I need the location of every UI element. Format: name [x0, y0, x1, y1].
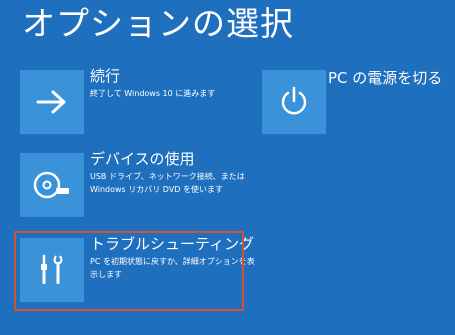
power-off-title: PC の電源を切る: [328, 69, 443, 87]
power-off-tile[interactable]: [262, 70, 326, 134]
use-device-description: USB ドライブ、ネットワーク接続、または Windows リカバリ DVD を…: [90, 172, 245, 194]
page-title: オプションの選択: [22, 4, 294, 43]
continue-tile[interactable]: [20, 70, 84, 134]
continue-description: 終了して Windows 10 に進みます: [90, 89, 216, 98]
use-device-title: デバイスの使用: [90, 150, 195, 168]
continue-title: 続行: [90, 67, 121, 85]
use-device-tile[interactable]: [20, 153, 84, 217]
use-device-option[interactable]: デバイスの使用 USB ドライブ、ネットワーク接続、または Windows リカ…: [20, 150, 245, 219]
power-icon: [281, 86, 307, 115]
disc-drive-icon: [33, 171, 69, 199]
continue-option[interactable]: 続行 終了して Windows 10 に進みます: [20, 67, 240, 136]
selection-highlight-box: [14, 231, 244, 311]
arrow-right-icon: [36, 90, 66, 114]
power-off-option[interactable]: PC の電源を切る: [262, 69, 452, 136]
